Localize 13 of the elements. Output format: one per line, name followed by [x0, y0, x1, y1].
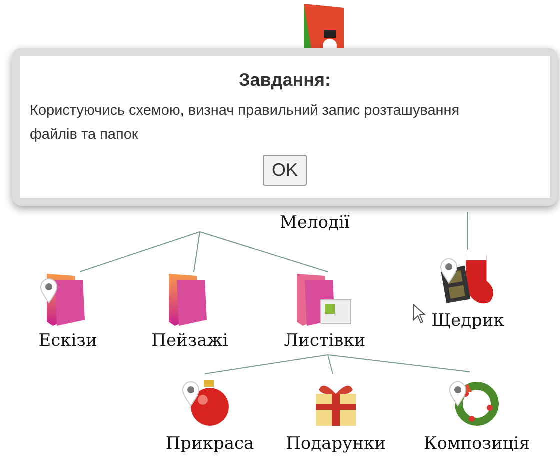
dialog-message: Користуючись схемою, визнач правильний запис розташування файлів та папок: [30, 102, 461, 145]
node-label: Пейзажі: [152, 330, 228, 352]
node-label: Композиція: [424, 433, 530, 455]
node-label: Прикраса: [166, 433, 254, 455]
node-label: Щедрик: [432, 310, 504, 332]
ok-button[interactable]: OK: [262, 155, 307, 186]
node-label: Мелодії: [280, 212, 350, 234]
mouse-cursor-icon: [413, 304, 427, 324]
dialog-title: Завдання:: [238, 70, 332, 91]
node-label: Подарунки: [286, 433, 386, 455]
node-label: Ескізи: [38, 330, 98, 352]
node-label: Листівки: [284, 330, 366, 352]
christmas-ball-icon: [188, 378, 232, 428]
